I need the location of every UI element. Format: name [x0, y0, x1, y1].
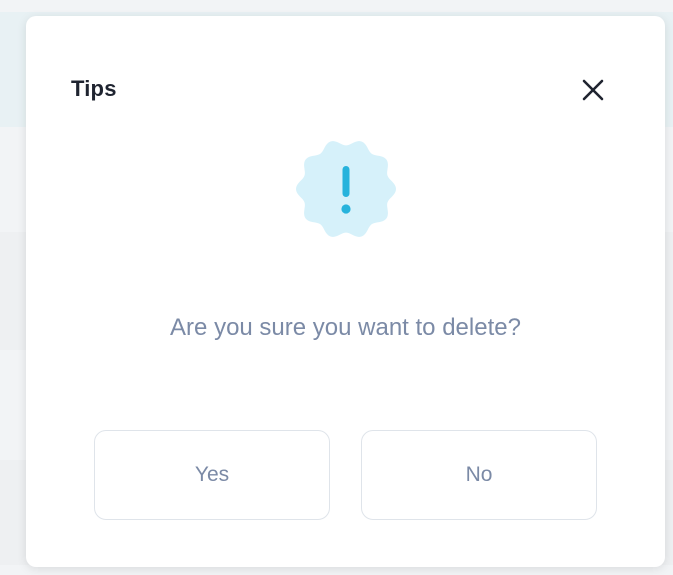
confirm-message: Are you sure you want to delete? — [170, 314, 521, 341]
yes-button[interactable]: Yes — [94, 430, 330, 520]
confirm-delete-dialog: Tips Are you sure you want to delete? Ye… — [26, 16, 665, 567]
exclamation-badge-icon — [293, 136, 399, 242]
dialog-title: Tips — [71, 76, 117, 101]
close-button[interactable] — [577, 74, 609, 106]
no-button[interactable]: No — [361, 430, 597, 520]
close-icon — [582, 79, 604, 101]
no-button-label: No — [465, 463, 493, 486]
yes-button-label: Yes — [194, 463, 230, 486]
